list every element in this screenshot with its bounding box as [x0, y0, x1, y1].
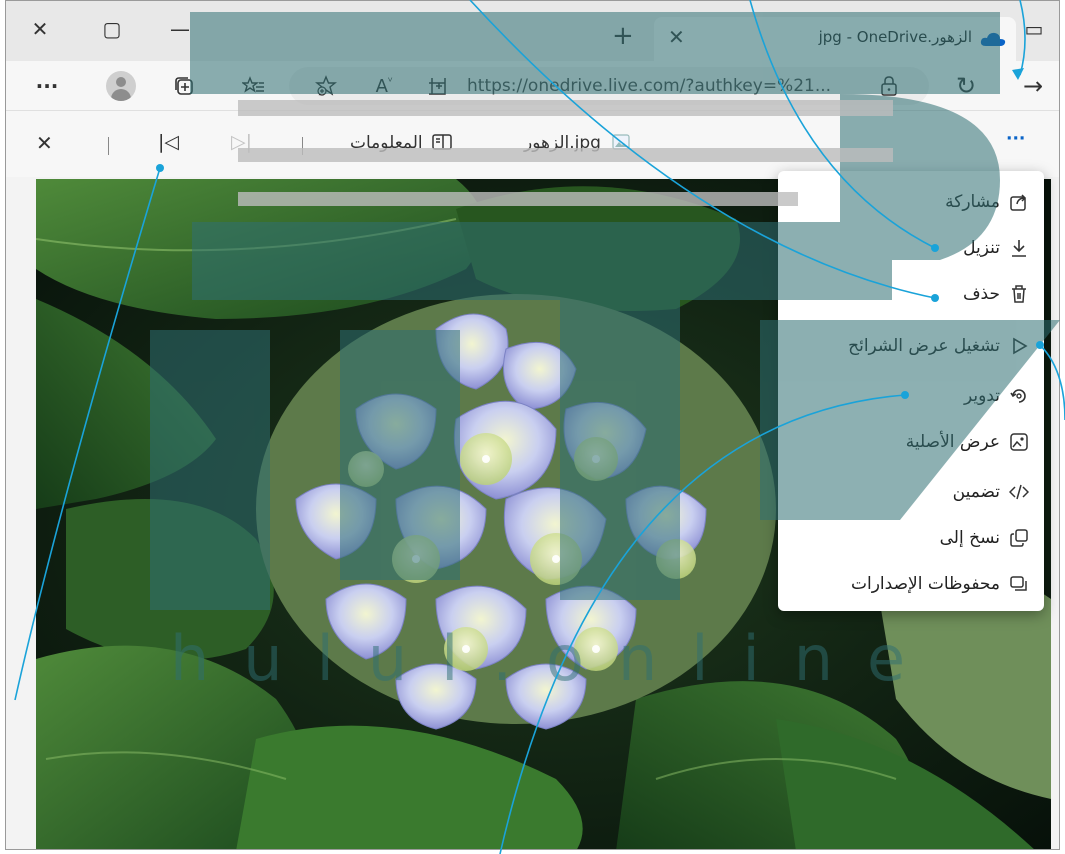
favorites-list-icon	[242, 76, 264, 93]
tab-title: jpg - OneDrive.الزهور	[818, 28, 972, 46]
share-icon	[1008, 191, 1030, 213]
minimize-window-button[interactable]: —	[166, 15, 194, 43]
forward-button[interactable]: →	[1018, 71, 1048, 101]
close-icon: ✕	[668, 25, 685, 49]
plus-icon: +	[612, 21, 634, 51]
close-window-button[interactable]: ✕	[26, 15, 54, 43]
menu-item-embed[interactable]: تضمين	[953, 477, 1030, 507]
settings-menu-button[interactable]: ···	[32, 71, 62, 101]
file-name-label: الزهور.jpg	[524, 133, 601, 153]
read-aloud-icon: Aⱽ	[375, 75, 393, 97]
collections-button[interactable]	[169, 71, 199, 101]
skip-to-end-icon: ▷|	[231, 131, 253, 153]
lock-icon	[881, 76, 897, 96]
menu-item-delete[interactable]: حذف	[963, 279, 1030, 309]
immersive-reader-button[interactable]	[422, 71, 452, 101]
versions-icon	[1008, 573, 1030, 595]
site-info-button[interactable]	[874, 71, 904, 101]
info-panel-icon	[432, 134, 452, 150]
address-bar[interactable]: Aⱽ https://onedrive.live.com/?authkey=%2…	[289, 67, 929, 105]
title-bar: ✕ ▢ — + ✕ jpg - OneDrive.الزهور ▭	[6, 1, 1059, 61]
navigation-bar: ··· Aⱽ https://onedrive.live.com/?authke…	[6, 61, 1059, 111]
refresh-icon: ↻	[955, 72, 977, 100]
play-icon	[1008, 335, 1030, 357]
more-icon: ···	[35, 74, 59, 98]
more-options-menu: مشاركة تنزيل حذف تشغيل عرض الشرائح تدوير…	[778, 171, 1044, 611]
copy-icon	[1008, 527, 1030, 549]
rotate-icon	[1008, 385, 1030, 407]
avatar[interactable]	[106, 71, 136, 101]
close-icon: ✕	[36, 131, 53, 155]
star-add-icon	[315, 75, 337, 96]
file-name: الزهور.jpg	[524, 133, 630, 153]
menu-item-copy-to[interactable]: نسخ إلى	[940, 523, 1030, 553]
menu-item-view-original[interactable]: عرض الأصلية	[906, 427, 1030, 457]
collections-icon	[175, 77, 193, 95]
tab-actions-button[interactable]: ▭	[1020, 15, 1048, 43]
restore-window-button[interactable]: ▢	[98, 15, 126, 43]
tab-onedrive[interactable]: ✕ jpg - OneDrive.الزهور	[654, 17, 1016, 61]
menu-item-share[interactable]: مشاركة	[945, 187, 1030, 217]
skip-to-start-icon: |◁	[158, 131, 180, 153]
tab-actions-icon: ▭	[1024, 17, 1044, 41]
favorites-button[interactable]	[239, 71, 269, 101]
menu-item-download[interactable]: تنزيل	[963, 233, 1030, 263]
menu-item-slideshow[interactable]: تشغيل عرض الشرائح	[848, 331, 1030, 361]
add-favorite-button[interactable]	[311, 71, 341, 101]
menu-item-rotate[interactable]: تدوير	[964, 381, 1030, 411]
next-photo-button[interactable]: ▷|	[231, 131, 252, 153]
info-button[interactable]: المعلومات	[350, 133, 452, 153]
download-icon	[1008, 237, 1030, 259]
toolbar-divider	[108, 137, 109, 155]
info-label: المعلومات	[350, 133, 423, 153]
menu-item-version-history[interactable]: محفوظات الإصدارات	[851, 569, 1030, 599]
url-text: https://onedrive.live.com/?authkey=%21..…	[467, 76, 832, 96]
image-icon	[1008, 431, 1030, 453]
new-tab-button[interactable]: +	[612, 21, 634, 51]
more-icon: ···	[1006, 129, 1026, 149]
image-file-icon	[612, 134, 630, 150]
read-aloud-button[interactable]: Aⱽ	[369, 71, 399, 101]
immersive-reader-icon	[429, 78, 446, 95]
photo-viewer-toolbar: ✕ |◁ ▷| المعلومات الزهور.jpg ···	[6, 111, 1059, 177]
first-photo-button[interactable]: |◁	[158, 131, 179, 153]
trash-icon	[1008, 283, 1030, 305]
browser-window: ✕ ▢ — + ✕ jpg - OneDrive.الزهور ▭ ··· Aⱽ	[5, 0, 1060, 850]
more-options-button[interactable]: ···	[1006, 129, 1025, 149]
close-viewer-button[interactable]: ✕	[36, 131, 53, 155]
minimize-icon: —	[170, 17, 190, 41]
embed-icon	[1008, 481, 1030, 503]
forward-arrow-icon: →	[1022, 72, 1044, 100]
close-icon: ✕	[31, 17, 49, 41]
restore-icon: ▢	[102, 17, 122, 41]
onedrive-cloud-icon	[980, 32, 1006, 46]
refresh-button[interactable]: ↻	[951, 71, 981, 101]
tab-close-button[interactable]: ✕	[668, 25, 685, 49]
toolbar-divider	[302, 137, 303, 155]
